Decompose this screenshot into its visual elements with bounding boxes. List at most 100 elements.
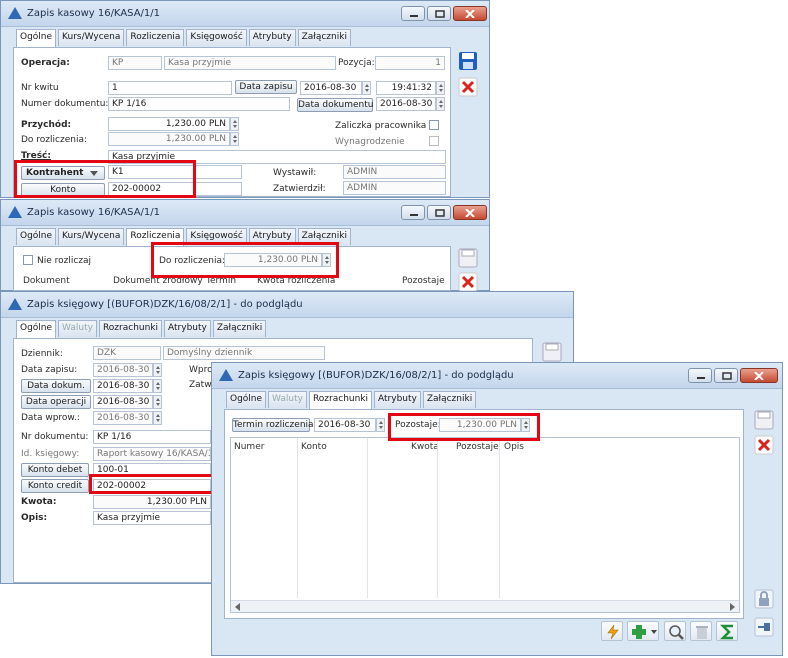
scroll-left-icon	[235, 603, 240, 611]
konto-credit-button[interactable]: Konto credit	[21, 479, 89, 493]
column-konto[interactable]: Konto	[301, 442, 327, 452]
tab-ogolne[interactable]: Ogólne	[16, 228, 57, 245]
window-title: Zapis księgowy [(BUFOR)DZK/16/08/2/1] - …	[238, 370, 514, 381]
zatwierdzil-field: ADMIN	[343, 181, 446, 195]
close-button[interactable]	[453, 205, 487, 220]
do-rozliczenia-field: 1,230.00 PLN	[108, 132, 230, 146]
maximize-button[interactable]	[427, 205, 451, 220]
zaliczka-checkbox[interactable]	[429, 120, 439, 130]
title-bar[interactable]: Zapis kasowy 16/KASA/1/1	[1, 1, 489, 27]
tab-atrybuty[interactable]: Atrybuty	[248, 29, 296, 46]
tab-atrybuty[interactable]: Atrybuty	[374, 391, 421, 408]
tab-atrybuty[interactable]: Atrybuty	[164, 320, 211, 337]
data-dokumentu-field[interactable]: 2016-08-30	[376, 97, 436, 111]
termin-rozliczenia-button[interactable]: Termin rozliczenia	[232, 418, 314, 432]
minimize-button[interactable]	[401, 205, 425, 220]
przychod-field[interactable]: 1,230.00 PLN	[108, 117, 230, 131]
delete-icon[interactable]	[458, 77, 478, 97]
lock-icon[interactable]	[754, 589, 774, 609]
pin-icon[interactable]	[754, 617, 774, 637]
numer-dokumentu-field[interactable]: KP 1/16	[108, 97, 290, 111]
add-button[interactable]	[627, 621, 659, 641]
horizontal-scrollbar[interactable]	[231, 600, 739, 612]
title-bar[interactable]: Zapis kasowy 16/KASA/1/1	[1, 200, 489, 226]
close-button[interactable]	[740, 368, 778, 383]
delete-icon[interactable]	[458, 272, 478, 292]
tab-rozrachunki[interactable]: Rozrachunki	[98, 320, 163, 337]
nr-dokumentu-field[interactable]: KP 1/16	[93, 430, 211, 444]
data-operacji-field[interactable]: 2016-08-30	[93, 395, 153, 409]
data-dokum-button[interactable]: Data dokum.	[21, 379, 91, 393]
column-pozostaje[interactable]: Pozostaje	[402, 276, 445, 286]
flash-button[interactable]	[601, 621, 623, 641]
nr-kwitu-field[interactable]: 1	[108, 81, 232, 95]
tab-zalaczniki[interactable]: Załączniki	[422, 391, 477, 408]
app-triangle-icon	[8, 7, 22, 19]
rozrachunki-table[interactable]: Numer Konto Kwota Pozostaje Opis	[230, 437, 740, 613]
zoom-button[interactable]	[664, 621, 686, 641]
data-zapisu-spin[interactable]	[362, 81, 371, 95]
maximize-button[interactable]	[714, 368, 738, 383]
termin-field[interactable]: 2016-08-30	[314, 418, 376, 432]
save-icon[interactable]	[458, 51, 478, 71]
data-dokumentu-spin[interactable]	[436, 97, 445, 111]
przychod-spin[interactable]	[230, 117, 239, 131]
nr-dokumentu-label: Nr dokumentu:	[21, 432, 89, 442]
data-dokumentu-button[interactable]: Data dokumentu	[297, 98, 373, 112]
opis-label: Opis:	[21, 513, 48, 523]
kwota-field: 1,230.00 PLN	[93, 495, 211, 509]
opis-field[interactable]: Kasa przyjmie	[93, 511, 211, 525]
zaliczka-label: Zaliczka pracownika	[335, 121, 427, 131]
delete-icon[interactable]	[754, 435, 774, 455]
tab-ogolne[interactable]: Ogólne	[226, 391, 267, 408]
data-wprow-field: 2016-08-30	[93, 411, 153, 425]
tab-zalaczniki[interactable]: Załączniki	[297, 29, 351, 46]
title-bar[interactable]: Zapis księgowy [(BUFOR)DZK/16/08/2/1] - …	[1, 292, 573, 318]
operacja-code-field[interactable]: KP	[108, 56, 162, 70]
data-zapisu-button[interactable]: Data zapisu	[235, 80, 297, 94]
column-opis[interactable]: Opis	[504, 442, 524, 452]
nie-rozliczaj-checkbox[interactable]	[23, 255, 33, 265]
close-icon	[465, 209, 475, 217]
column-kwota[interactable]: Kwota	[411, 442, 439, 452]
column-dokument[interactable]: Dokument	[23, 276, 70, 286]
tab-ogolne[interactable]: Ogólne	[16, 29, 57, 47]
tab-ogolne[interactable]: Ogólne	[16, 320, 57, 338]
maximize-button[interactable]	[427, 6, 451, 21]
title-bar[interactable]: Zapis księgowy [(BUFOR)DZK/16/08/2/1] - …	[212, 363, 782, 389]
data-dokum-spin[interactable]	[153, 379, 162, 393]
data-operacji-spin[interactable]	[153, 395, 162, 409]
window-title: Zapis księgowy [(BUFOR)DZK/16/08/2/1] - …	[27, 299, 303, 310]
minimize-button[interactable]	[401, 6, 425, 21]
column-numer[interactable]: Numer	[234, 442, 264, 452]
do-rozliczenia-spin	[230, 132, 239, 146]
termin-spin[interactable]	[376, 418, 385, 432]
pozycja-field[interactable]: 1	[375, 56, 445, 70]
column-pozostaje[interactable]: Pozostaje	[456, 442, 499, 452]
tab-ksiegowosc[interactable]: Księgowość	[186, 29, 247, 46]
data-operacji-button[interactable]: Data operacji	[21, 395, 91, 409]
close-icon	[754, 372, 764, 380]
window-title: Zapis kasowy 16/KASA/1/1	[27, 207, 160, 218]
tab-kurs-wycena[interactable]: Kurs/Wycena	[58, 29, 125, 46]
tab-rozrachunki[interactable]: Rozrachunki	[308, 391, 373, 409]
data-dokum-field[interactable]: 2016-08-30	[93, 379, 153, 393]
highlight-do-rozliczenia	[151, 242, 339, 278]
czas-field[interactable]: 19:41:32	[376, 81, 436, 95]
data-zapisu-field[interactable]: 2016-08-30	[300, 81, 362, 95]
tab-zalaczniki[interactable]: Załączniki	[212, 320, 267, 337]
highlight-pozostaje	[388, 413, 540, 441]
tab-rozliczenia[interactable]: Rozliczenia	[126, 29, 185, 46]
save-icon	[458, 248, 478, 268]
flash-icon	[607, 624, 619, 640]
nr-kwitu-label: Nr kwitu	[21, 83, 59, 93]
operacja-name-field[interactable]: Kasa przyjmie	[164, 56, 336, 70]
konto-debet-button[interactable]: Konto debet	[21, 463, 89, 477]
wynagrodzenie-label: Wynagrodzenie	[335, 137, 405, 147]
tab-kurs-wycena[interactable]: Kurs/Wycena	[58, 228, 125, 245]
czas-spin[interactable]	[436, 81, 445, 95]
sum-button[interactable]	[716, 621, 738, 641]
minimize-button[interactable]	[688, 368, 712, 383]
pozycja-label: Pozycja:	[338, 58, 375, 68]
close-button[interactable]	[453, 6, 487, 21]
